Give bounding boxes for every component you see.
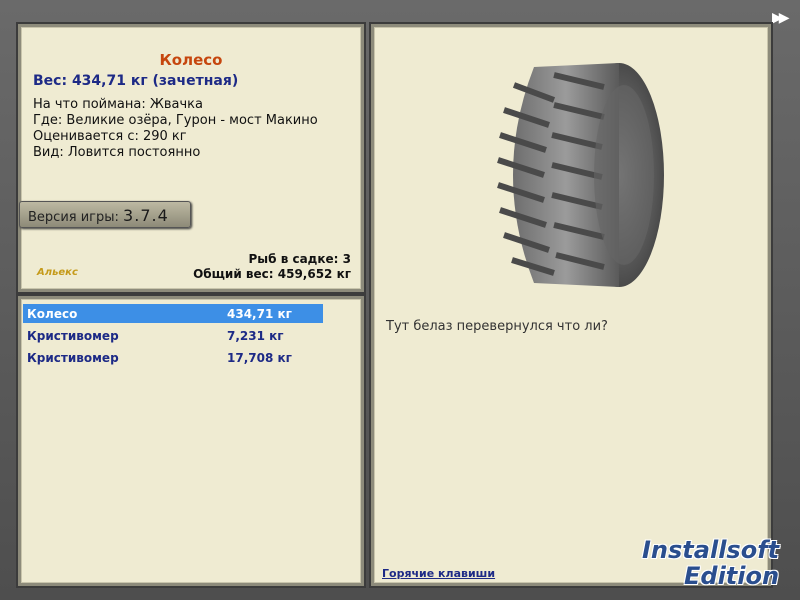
catch-name: Колесо xyxy=(27,307,78,321)
version-label: Версия игры: xyxy=(28,210,119,225)
catch-row[interactable]: Кристивомер 17,708 кг xyxy=(23,348,323,367)
catch-weight: 17,708 кг xyxy=(227,351,292,365)
tire-image xyxy=(497,63,664,287)
game-version-badge: Версия игры: 3.7.4 xyxy=(19,201,191,228)
catch-name: Кристивомер xyxy=(27,329,119,343)
type-info: Вид: Ловится постоянно xyxy=(33,145,201,160)
fish-weight: Вес: 434,71 кг (зачетная) xyxy=(33,73,239,89)
watermark-line2: Edition xyxy=(684,562,780,590)
fish-name-title: Колесо xyxy=(159,51,223,69)
total-weight: Общий вес: 459,652 кг xyxy=(193,267,351,281)
installsoft-watermark: Installsoft Edition xyxy=(640,530,800,600)
valued-from-info: Оценивается с: 290 кг xyxy=(33,129,187,144)
watermark-line1: Installsoft xyxy=(642,536,780,564)
fish-count: Рыб в садке: 3 xyxy=(248,252,352,266)
fast-forward-icon[interactable]: ▶▶ xyxy=(772,10,789,26)
location-info: Где: Великие озёра, Гурон - мост Макино xyxy=(33,113,318,128)
catch-list-panel: Колесо 434,71 кг Кристивомер 7,231 кг Кр… xyxy=(18,296,364,586)
bait-info: На что поймана: Жвачка xyxy=(33,97,203,112)
small-logo: Альекс xyxy=(37,267,78,278)
catch-row[interactable]: Кристивомер 7,231 кг xyxy=(23,326,323,345)
catch-row[interactable]: Колесо 434,71 кг xyxy=(23,304,323,323)
catch-weight: 7,231 кг xyxy=(227,329,284,343)
hotkeys-link[interactable]: Горячие клавиши xyxy=(382,567,495,580)
catch-weight: 434,71 кг xyxy=(227,307,292,321)
detail-panel: Тут белаз перевернулся что ли? Горячие к… xyxy=(371,24,771,586)
catch-name: Кристивомер xyxy=(27,351,119,365)
version-value: 3.7.4 xyxy=(123,206,169,225)
fish-comment: Тут белаз перевернулся что ли? xyxy=(386,319,608,334)
fish-info-panel: Колесо Вес: 434,71 кг (зачетная) На что … xyxy=(18,24,364,292)
